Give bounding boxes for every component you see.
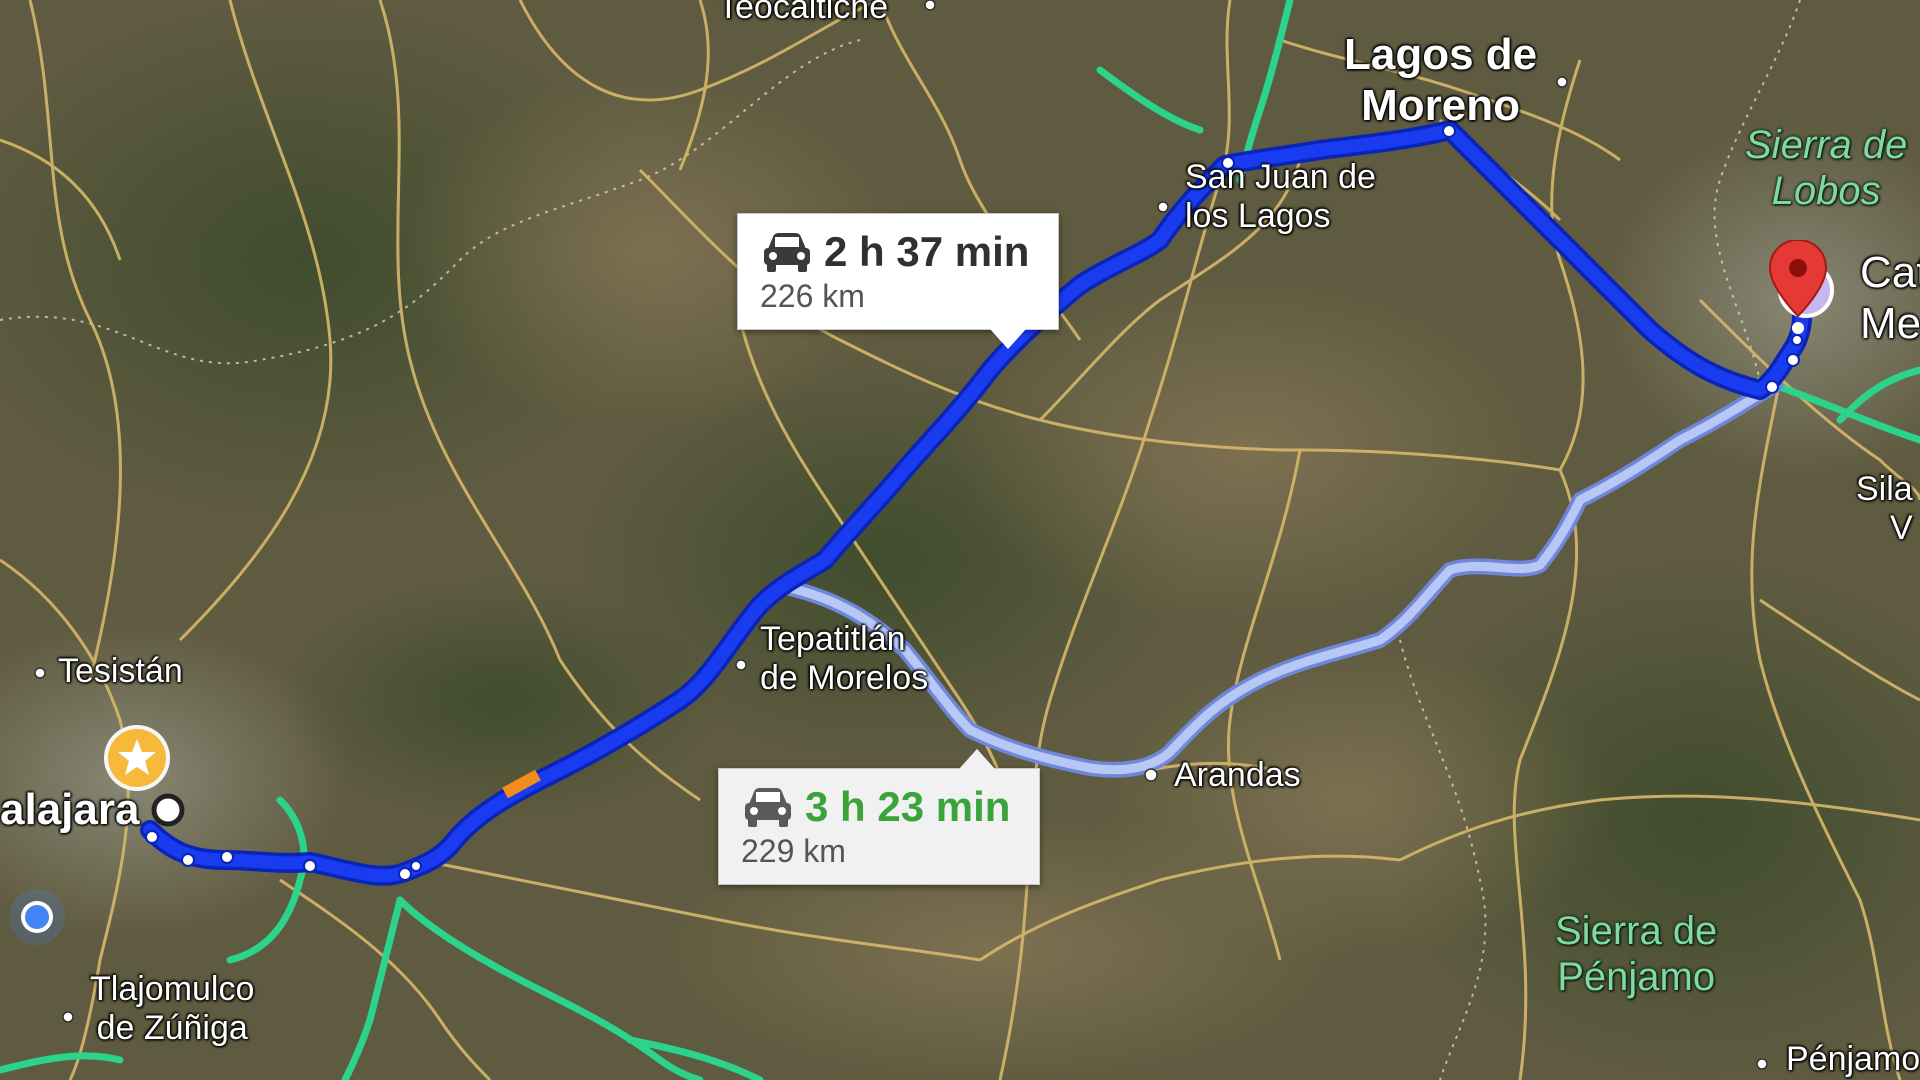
place-label-san-juan-de-los-lagos: San Juan de los Lagos [1185,158,1376,236]
map-canvas[interactable]: Teocaltiche Lagos de Moreno San Juan de … [0,0,1920,1080]
alternate-route-distance: 229 km [741,833,846,869]
car-icon [764,233,810,272]
star-icon [104,725,170,791]
place-label-tepatitlan: Tepatitlán de Morelos [760,620,929,698]
destination-marker[interactable] [1762,238,1842,340]
car-icon [745,788,791,827]
callout-pointer [959,749,995,769]
primary-route-distance: 226 km [760,278,865,314]
place-label-arandas: Arandas [1174,756,1301,794]
place-label-tlajomulco: Tlajomulco de Zúñiga [90,970,255,1048]
place-label-teocaltiche: Teocaltiche [718,0,889,26]
origin-point[interactable] [150,792,186,828]
my-location-marker[interactable] [8,888,66,946]
origin-marker[interactable] [101,722,173,794]
place-label-penjamo: Pénjamo [1786,1040,1920,1078]
place-label-cat-me: Cat Me [1860,248,1920,348]
place-label-sierra-de-lobos: Sierra de Lobos [1745,123,1908,213]
primary-route-callout[interactable]: 2 h 37 min 226 km [737,213,1059,349]
place-label-lagos-de-moreno: Lagos de Moreno [1344,30,1538,130]
callout-pointer [990,329,1026,349]
place-label-sierra-de-penjamo: Sierra de Pénjamo [1555,909,1718,999]
place-label-tesistan: Tesistán [58,652,183,690]
alternate-route-time: 3 h 23 min [805,783,1011,830]
primary-route-time: 2 h 37 min [824,228,1030,275]
my-location-dot-icon [9,889,65,945]
place-label-sila: Sila V [1856,470,1913,548]
circle-marker-icon [151,793,185,827]
alternate-route-callout[interactable]: 3 h 23 min 229 km [718,749,1040,885]
map-pin-icon [1768,238,1834,334]
